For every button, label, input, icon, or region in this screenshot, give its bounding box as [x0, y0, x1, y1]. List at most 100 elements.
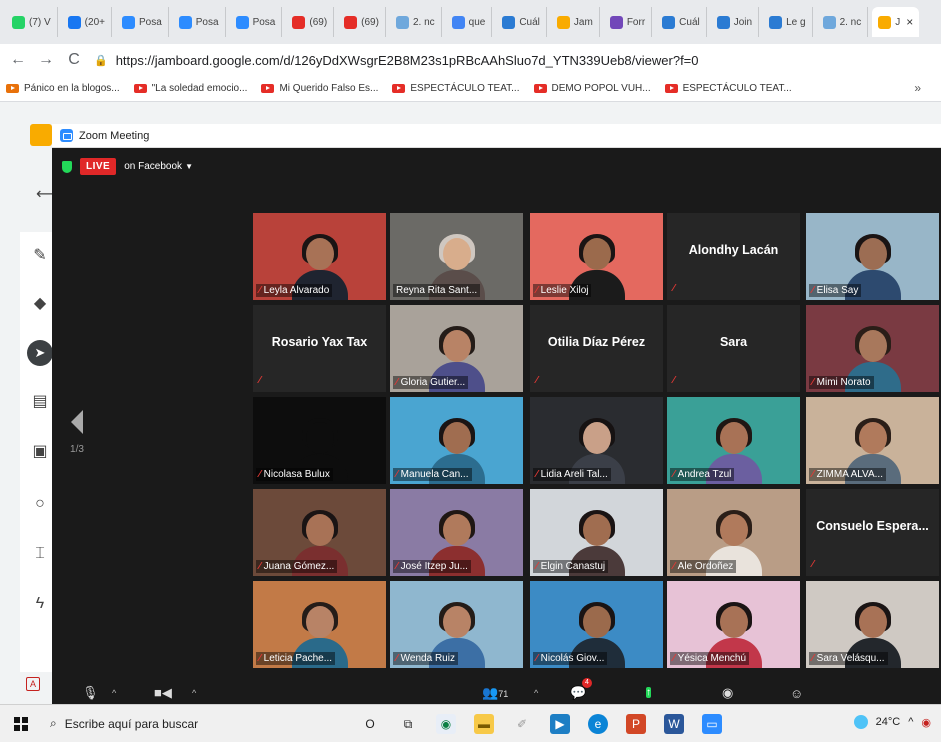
participant-tile[interactable]: ⁄ Manuela Can... [390, 397, 523, 484]
text-box-icon[interactable]: ⌶ [30, 544, 50, 564]
microphone-icon[interactable]: 🎙 [82, 685, 99, 701]
reactions-icon[interactable]: ☺ [790, 686, 803, 701]
participant-tile[interactable]: ⁄ Ale Ordoñez [667, 489, 800, 576]
weather-icon[interactable] [853, 715, 868, 729]
tray-caret-icon[interactable]: ^ [908, 716, 913, 728]
participant-tile[interactable]: ⁄ Elisa Say [806, 213, 939, 300]
participant-tile[interactable]: ⁄ Andrea Tzul [667, 397, 800, 484]
participants-button[interactable]: 👥71 [482, 685, 508, 701]
tab-favicon-icon [235, 15, 249, 29]
participant-tile[interactable]: Otilia Díaz Pérez ⁄ [530, 305, 663, 392]
participant-tile[interactable]: ⁄ Leyla Alvarado [253, 213, 386, 300]
participant-tile[interactable]: Reyna Rita Sant... [390, 213, 523, 300]
close-tab-icon[interactable]: × [906, 15, 913, 29]
participant-tile[interactable]: ⁄ Sara Velásqu... [806, 581, 939, 668]
eraser-icon[interactable]: ◆ [30, 294, 50, 314]
browser-tab[interactable]: (69) [338, 7, 386, 37]
participant-tile[interactable]: ⁄ José Itzep Ju... [390, 489, 523, 576]
participant-tile[interactable]: ⁄ Yésica Menchú [667, 581, 800, 668]
powerpoint-icon[interactable]: P [626, 713, 646, 734]
file-explorer-icon[interactable]: ▬ [474, 713, 494, 734]
tab-favicon-icon [121, 15, 135, 29]
record-icon[interactable]: ◉ [722, 685, 733, 701]
store-icon[interactable]: ▶ [550, 713, 570, 734]
browser-tab[interactable]: Posa [173, 7, 226, 37]
browser-tab[interactable]: 2. nc [390, 7, 442, 37]
browser-tab[interactable]: Posa [116, 7, 169, 37]
browser-tab[interactable]: Cuál [496, 7, 547, 37]
browser-tab[interactable]: Forr [604, 7, 653, 37]
pen-icon[interactable]: ✎ [30, 246, 50, 266]
browser-tab[interactable]: Posa [230, 7, 283, 37]
live-target-dropdown[interactable]: on Facebook ▼ [124, 161, 193, 172]
chrome-icon[interactable]: ◉ [436, 713, 456, 734]
laser-icon[interactable]: ϟ [30, 594, 50, 614]
participant-tile[interactable]: Alondhy Lacán ⁄ [667, 213, 800, 300]
word-icon[interactable]: W [664, 713, 684, 734]
participant-tile[interactable]: ⁄ Elgin Canastuj [530, 489, 663, 576]
taskbar-search[interactable]: ⌕ Escribe aquí para buscar [50, 716, 290, 731]
share-screen-button[interactable]: ↑ [646, 683, 651, 700]
back-arrow-icon[interactable]: ← [10, 51, 26, 69]
participant-tile[interactable]: ⁄ Nicolás Giov... [530, 581, 663, 668]
browser-tab[interactable]: 2. nc [817, 7, 869, 37]
browser-tab[interactable]: J × [872, 7, 920, 37]
sticky-note-icon[interactable]: ▤ [30, 392, 50, 412]
reload-icon[interactable]: C [66, 51, 82, 69]
browser-tab[interactable]: Jam [551, 7, 600, 37]
participant-tile[interactable]: Consuelo Espera... ⁄ [806, 489, 939, 576]
bookmark-label: ESPECTÁCULO TEAT... [682, 83, 792, 94]
participant-tile[interactable]: ⁄ Leslie Xiloj [530, 213, 663, 300]
previous-page-icon[interactable] [71, 410, 83, 434]
browser-tab[interactable]: (69) [286, 7, 335, 37]
browser-tab[interactable]: Cuál [656, 7, 707, 37]
bookmark-item[interactable]: ESPECTÁCULO TEAT... [392, 83, 520, 94]
bookmarks-overflow-icon[interactable]: » [914, 81, 921, 95]
chat-unread-badge: 4 [582, 678, 592, 688]
live-badge[interactable]: LIVE [80, 158, 117, 175]
paint-icon[interactable]: ✐ [512, 714, 532, 734]
audio-options-caret-icon[interactable]: ^ [112, 688, 116, 698]
muted-mic-icon: ⁄ [396, 653, 398, 664]
bookmark-item[interactable]: Pánico en la blogos... [6, 83, 120, 94]
browser-tab[interactable]: Join [711, 7, 760, 37]
browser-tab[interactable]: (7) V [6, 7, 58, 37]
edge-icon[interactable]: e [588, 713, 608, 734]
bookmark-item[interactable]: "La soledad emocio... [133, 83, 247, 94]
task-view-icon[interactable]: ⧉ [398, 714, 418, 734]
circle-icon[interactable]: ○ [30, 494, 50, 514]
browser-tab[interactable]: que [446, 7, 493, 37]
participant-tile[interactable]: ⁄ Gloria Gutier... [390, 305, 523, 392]
security-shield-icon[interactable] [62, 160, 72, 173]
participant-tile[interactable]: ⁄ Leticia Pache... [253, 581, 386, 668]
cortana-icon[interactable]: O [360, 714, 380, 734]
participant-tile[interactable]: Sara ⁄ [667, 305, 800, 392]
browser-tab[interactable]: Le g [763, 7, 813, 37]
participant-tile[interactable]: ⁄ Wenda Ruiz [390, 581, 523, 668]
participant-tile[interactable]: ⁄ ZIMMA ALVA... [806, 397, 939, 484]
bookmark-item[interactable]: ESPECTÁCULO TEAT... [664, 83, 792, 94]
participants-caret-icon[interactable]: ^ [534, 688, 538, 698]
chrome-tray-icon[interactable]: ◉ [921, 716, 931, 729]
zoom-taskbar-icon[interactable]: ▭ [702, 713, 722, 734]
muted-mic-icon: ⁄ [536, 285, 538, 296]
url-field[interactable]: 🔒 https://jamboard.google.com/d/126yDdXW… [94, 53, 699, 68]
participant-name-label: ⁄ Sara Velásqu... [809, 652, 888, 665]
windows-start-icon[interactable] [14, 716, 28, 731]
bookmark-item[interactable]: DEMO POPOL VUH... [533, 83, 651, 94]
participant-tile[interactable]: ⁄ Nicolasa Bulux [253, 397, 386, 484]
browser-tab[interactable]: (20+ [62, 7, 112, 37]
bookmark-item[interactable]: Mi Querido Falso Es... [261, 83, 378, 94]
video-camera-icon[interactable]: ■◀ [154, 685, 172, 701]
participant-tile[interactable]: Rosario Yax Tax ⁄ [253, 305, 386, 392]
video-options-caret-icon[interactable]: ^ [192, 688, 196, 698]
participant-tile[interactable]: ⁄ Juana Gómez... [253, 489, 386, 576]
pdf-icon[interactable]: A [26, 677, 40, 691]
temperature[interactable]: 24°C [876, 716, 901, 728]
select-icon[interactable]: ➤ [27, 340, 53, 366]
participant-tile[interactable]: ⁄ Mimi Norato [806, 305, 939, 392]
forward-arrow-icon[interactable]: → [38, 51, 54, 69]
muted-mic-icon: ⁄ [812, 653, 814, 664]
image-icon[interactable]: ▣ [30, 442, 50, 462]
participant-tile[interactable]: ⁄ Lidia Areli Tal... [530, 397, 663, 484]
